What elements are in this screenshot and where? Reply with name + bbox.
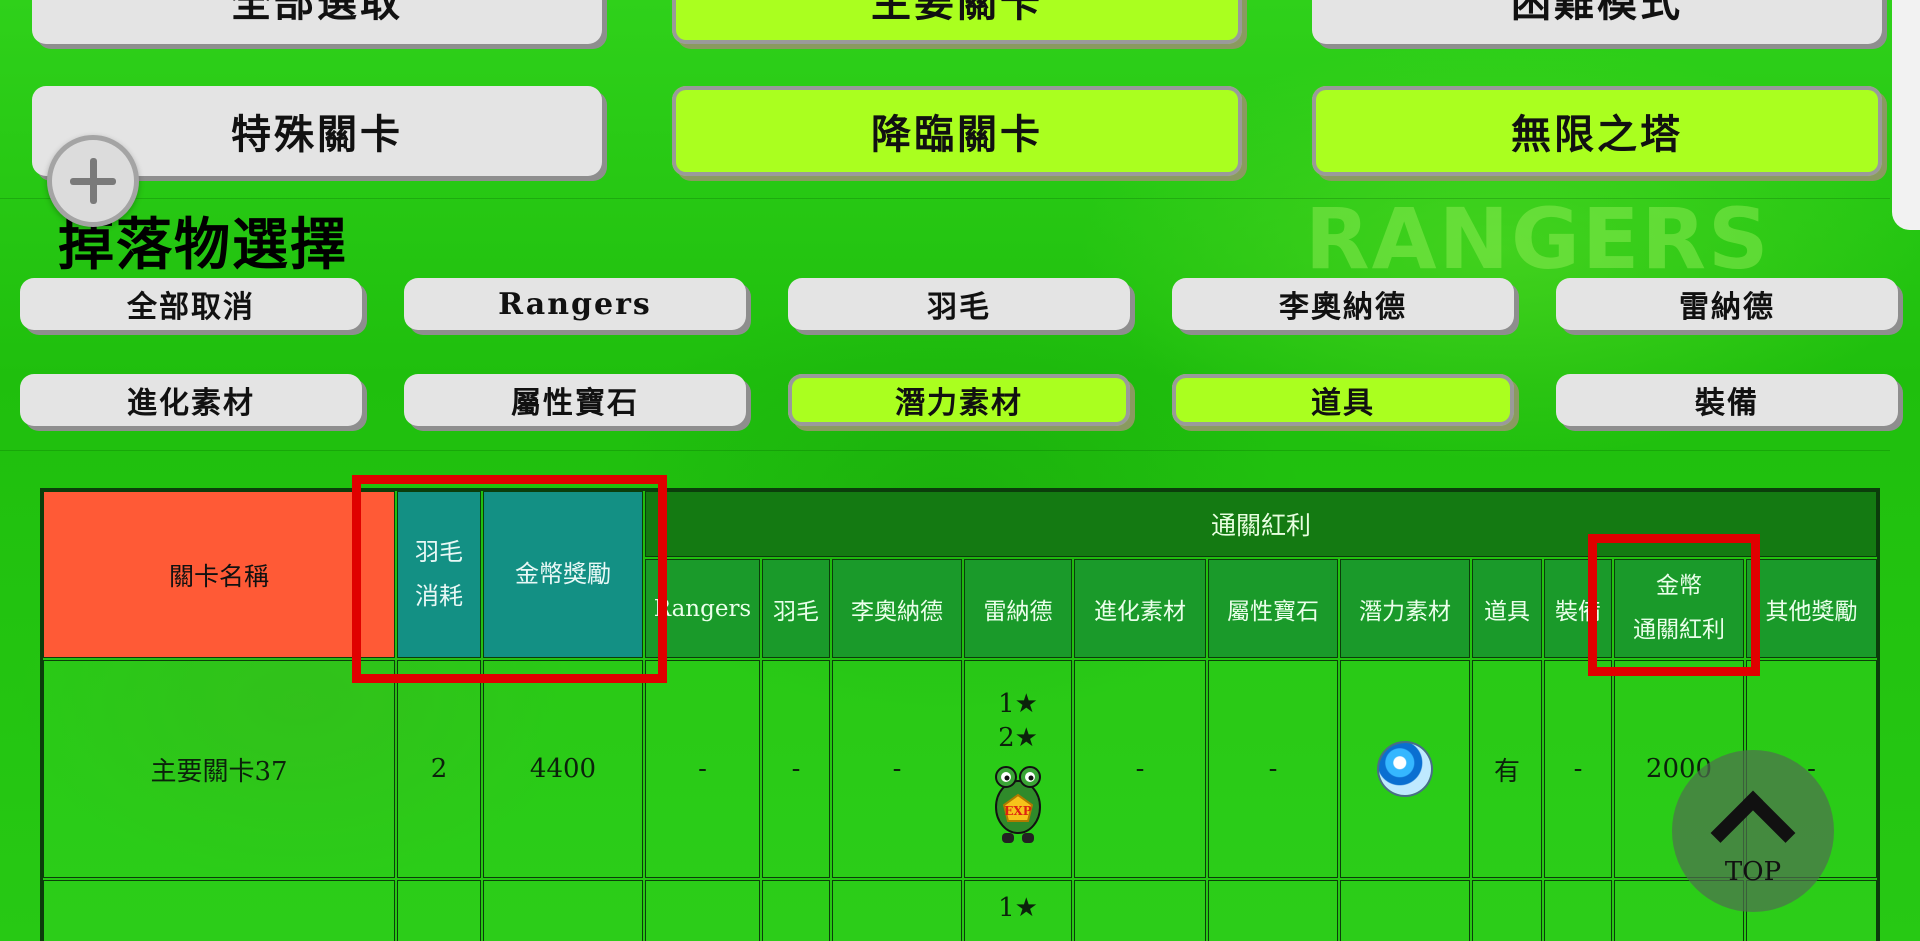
header-feather-cost: 羽毛 消耗	[397, 491, 481, 658]
back-to-top-button[interactable]: TOP	[1672, 750, 1834, 912]
star-rating: 1★	[998, 893, 1038, 923]
header-potential: 潛力素材	[1340, 559, 1470, 658]
table-row-coin-reward	[483, 880, 643, 941]
table-row-feather: -	[762, 660, 830, 878]
header-coin-reward: 金幣獎勵	[483, 491, 643, 658]
header-equip: 裝備	[1544, 559, 1612, 658]
table-row-potential	[1340, 880, 1470, 941]
header-clear-bonus: 通關紅利	[645, 491, 1877, 557]
table-row-reynard: 1★	[964, 880, 1072, 941]
header-rangers: Rangers	[645, 559, 760, 658]
table-row-leonard	[832, 880, 962, 941]
table-row-rangers	[645, 880, 760, 941]
header-other-rewards: 其他獎勵	[1746, 559, 1877, 658]
table-row-gem: -	[1208, 660, 1338, 878]
table-row-feather-cost	[397, 880, 481, 941]
table-row-stage-name: 主要關卡37	[43, 660, 395, 878]
table-row-item: 有	[1472, 660, 1542, 878]
star-rating: 2★	[998, 723, 1038, 753]
star-rating: 1★	[998, 689, 1038, 719]
header-leonard: 李奧納德	[832, 559, 962, 658]
table-row-leonard: -	[832, 660, 962, 878]
table-row-rangers: -	[645, 660, 760, 878]
table-row-stage-name	[43, 880, 395, 941]
table-row-gem	[1208, 880, 1338, 941]
table-row-equip	[1544, 880, 1612, 941]
stage-table: 關卡名稱 羽毛 消耗 金幣獎勵 通關紅利 Rangers 羽毛 李奧納德 雷納德…	[0, 0, 1920, 941]
chevron-up-icon	[1710, 790, 1796, 876]
potential-orb-icon	[1379, 743, 1431, 795]
table-row-item	[1472, 880, 1542, 941]
svg-text:EXP: EXP	[1004, 804, 1031, 818]
header-stage-name: 關卡名稱	[43, 491, 395, 658]
table-row-evolution	[1074, 880, 1206, 941]
table-row-feather-cost: 2	[397, 660, 481, 878]
table-row-equip: -	[1544, 660, 1612, 878]
header-evolution: 進化素材	[1074, 559, 1206, 658]
table-row-coin-reward: 4400	[483, 660, 643, 878]
table-row-evolution: -	[1074, 660, 1206, 878]
table-row-potential	[1340, 660, 1470, 878]
header-feather: 羽毛	[762, 559, 830, 658]
table-row-feather	[762, 880, 830, 941]
header-reynard: 雷納德	[964, 559, 1072, 658]
header-coin-bonus: 金幣 通關紅利	[1614, 559, 1744, 658]
header-item: 道具	[1472, 559, 1542, 658]
exp-frog-icon: EXP	[995, 766, 1041, 843]
header-gem: 屬性寶石	[1208, 559, 1338, 658]
table-row-reynard: 1★ 2★ EXP	[964, 660, 1072, 878]
